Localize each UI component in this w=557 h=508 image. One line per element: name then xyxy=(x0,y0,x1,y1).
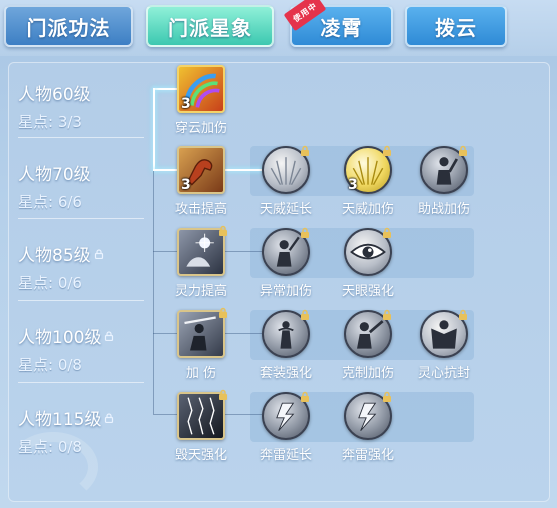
lock-icon xyxy=(383,309,391,320)
level-100: 人物100级 星点: 0/8 xyxy=(18,323,158,375)
divider xyxy=(18,382,144,383)
divider xyxy=(18,218,144,219)
active-connector xyxy=(153,88,155,170)
tab-sect-stars[interactable]: 门派星象 xyxy=(146,5,274,47)
rainbow-swirl-icon: 3 xyxy=(177,65,225,113)
level-85-name: 人物85级 xyxy=(18,246,91,266)
skill-label: 天眼强化 xyxy=(341,284,394,299)
lock-icon xyxy=(105,412,114,423)
skill-label: 灵心抗封 xyxy=(417,366,470,381)
lock-icon xyxy=(301,391,309,402)
skill-count: 3 xyxy=(181,177,191,193)
level-115: 人物115级 星点: 0/8 xyxy=(18,405,158,457)
skill-label: 加 伤 xyxy=(185,366,217,381)
tab-lingxiao-label: 凌霄 xyxy=(320,15,363,40)
level-60-name: 人物60级 xyxy=(18,85,91,105)
skill-label: 奔雷延长 xyxy=(259,448,312,463)
skill-count: 3 xyxy=(348,177,358,193)
skill-count: 3 xyxy=(181,96,191,112)
skill-label: 天威延长 xyxy=(259,202,312,217)
lock-icon xyxy=(301,145,309,156)
level-70-name: 人物70级 xyxy=(18,165,91,185)
skill-node-tianwei-jiashang[interactable]: 3 天威加伤 xyxy=(336,145,400,217)
level-60-points: 星点: 3/3 xyxy=(18,113,82,131)
tab-lingxiao[interactable]: 使用中 凌霄 xyxy=(283,0,393,47)
skill-label: 助战加伤 xyxy=(417,202,470,217)
skill-node-zhuzhan[interactable]: 助战加伤 xyxy=(412,145,476,217)
lock-icon xyxy=(94,248,103,259)
skill-label: 克制加伤 xyxy=(341,366,394,381)
tab-boyun[interactable]: 拨云 xyxy=(405,5,507,47)
tab-bar: 门派功法 门派星象 使用中 凌霄 拨云 xyxy=(0,0,557,56)
skill-label: 套装强化 xyxy=(259,366,312,381)
skill-label: 毁天强化 xyxy=(174,448,227,463)
level-70: 人物70级 星点: 6/6 xyxy=(18,160,158,212)
flexed-arm-icon: 3 xyxy=(177,146,225,194)
skill-label: 灵力提高 xyxy=(174,284,227,299)
lock-icon xyxy=(383,391,391,402)
skill-node-lingxin[interactable]: 灵心抗封 xyxy=(412,309,476,381)
skill-label: 穿云加伤 xyxy=(174,121,227,136)
skill-node-kezhi[interactable]: 克制加伤 xyxy=(336,309,400,381)
skill-node-huitian[interactable]: 毁天强化 xyxy=(169,389,233,463)
skill-node-benlei-yanchang[interactable]: 奔雷延长 xyxy=(254,391,318,463)
level-70-points: 星点: 6/6 xyxy=(18,193,82,211)
lock-icon xyxy=(459,309,467,320)
lock-icon xyxy=(301,227,309,238)
skill-label: 异常加伤 xyxy=(259,284,312,299)
lock-icon xyxy=(459,145,467,156)
lock-icon xyxy=(219,389,227,400)
skill-node-jiashang[interactable]: 加 伤 xyxy=(169,307,233,381)
divider xyxy=(18,300,144,301)
skill-node-gongji[interactable]: 3 攻击提高 xyxy=(169,146,233,217)
connector-line xyxy=(153,171,154,414)
skill-node-benlei-qianghua[interactable]: 奔雷强化 xyxy=(336,391,400,463)
skill-node-lingli[interactable]: 灵力提高 xyxy=(169,225,233,299)
skill-label: 攻击提高 xyxy=(174,202,227,217)
level-115-points: 星点: 0/8 xyxy=(18,438,82,456)
lock-icon xyxy=(219,225,227,236)
lock-icon xyxy=(219,307,227,318)
level-100-name: 人物100级 xyxy=(18,328,102,348)
level-85: 人物85级 星点: 0/6 xyxy=(18,241,158,293)
level-115-name: 人物115级 xyxy=(18,410,102,430)
level-60: 人物60级 星点: 3/3 xyxy=(18,80,158,132)
lock-icon xyxy=(301,309,309,320)
skill-node-tianyan[interactable]: 天眼强化 xyxy=(336,227,400,299)
skill-label: 奔雷强化 xyxy=(341,448,394,463)
skill-node-chuanyun[interactable]: 3 穿云加伤 xyxy=(169,65,233,136)
skill-node-yichang[interactable]: 异常加伤 xyxy=(254,227,318,299)
lock-icon xyxy=(105,330,114,341)
skill-node-taozhuang[interactable]: 套装强化 xyxy=(254,309,318,381)
divider xyxy=(18,137,144,138)
level-100-points: 星点: 0/8 xyxy=(18,356,82,374)
level-85-points: 星点: 0/6 xyxy=(18,274,82,292)
tab-sect-skills[interactable]: 门派功法 xyxy=(4,5,133,47)
skill-node-tianwei-yanchang[interactable]: 天威延长 xyxy=(254,145,318,217)
lock-icon xyxy=(383,145,391,156)
lock-icon xyxy=(383,227,391,238)
skill-label: 天威加伤 xyxy=(341,202,394,217)
